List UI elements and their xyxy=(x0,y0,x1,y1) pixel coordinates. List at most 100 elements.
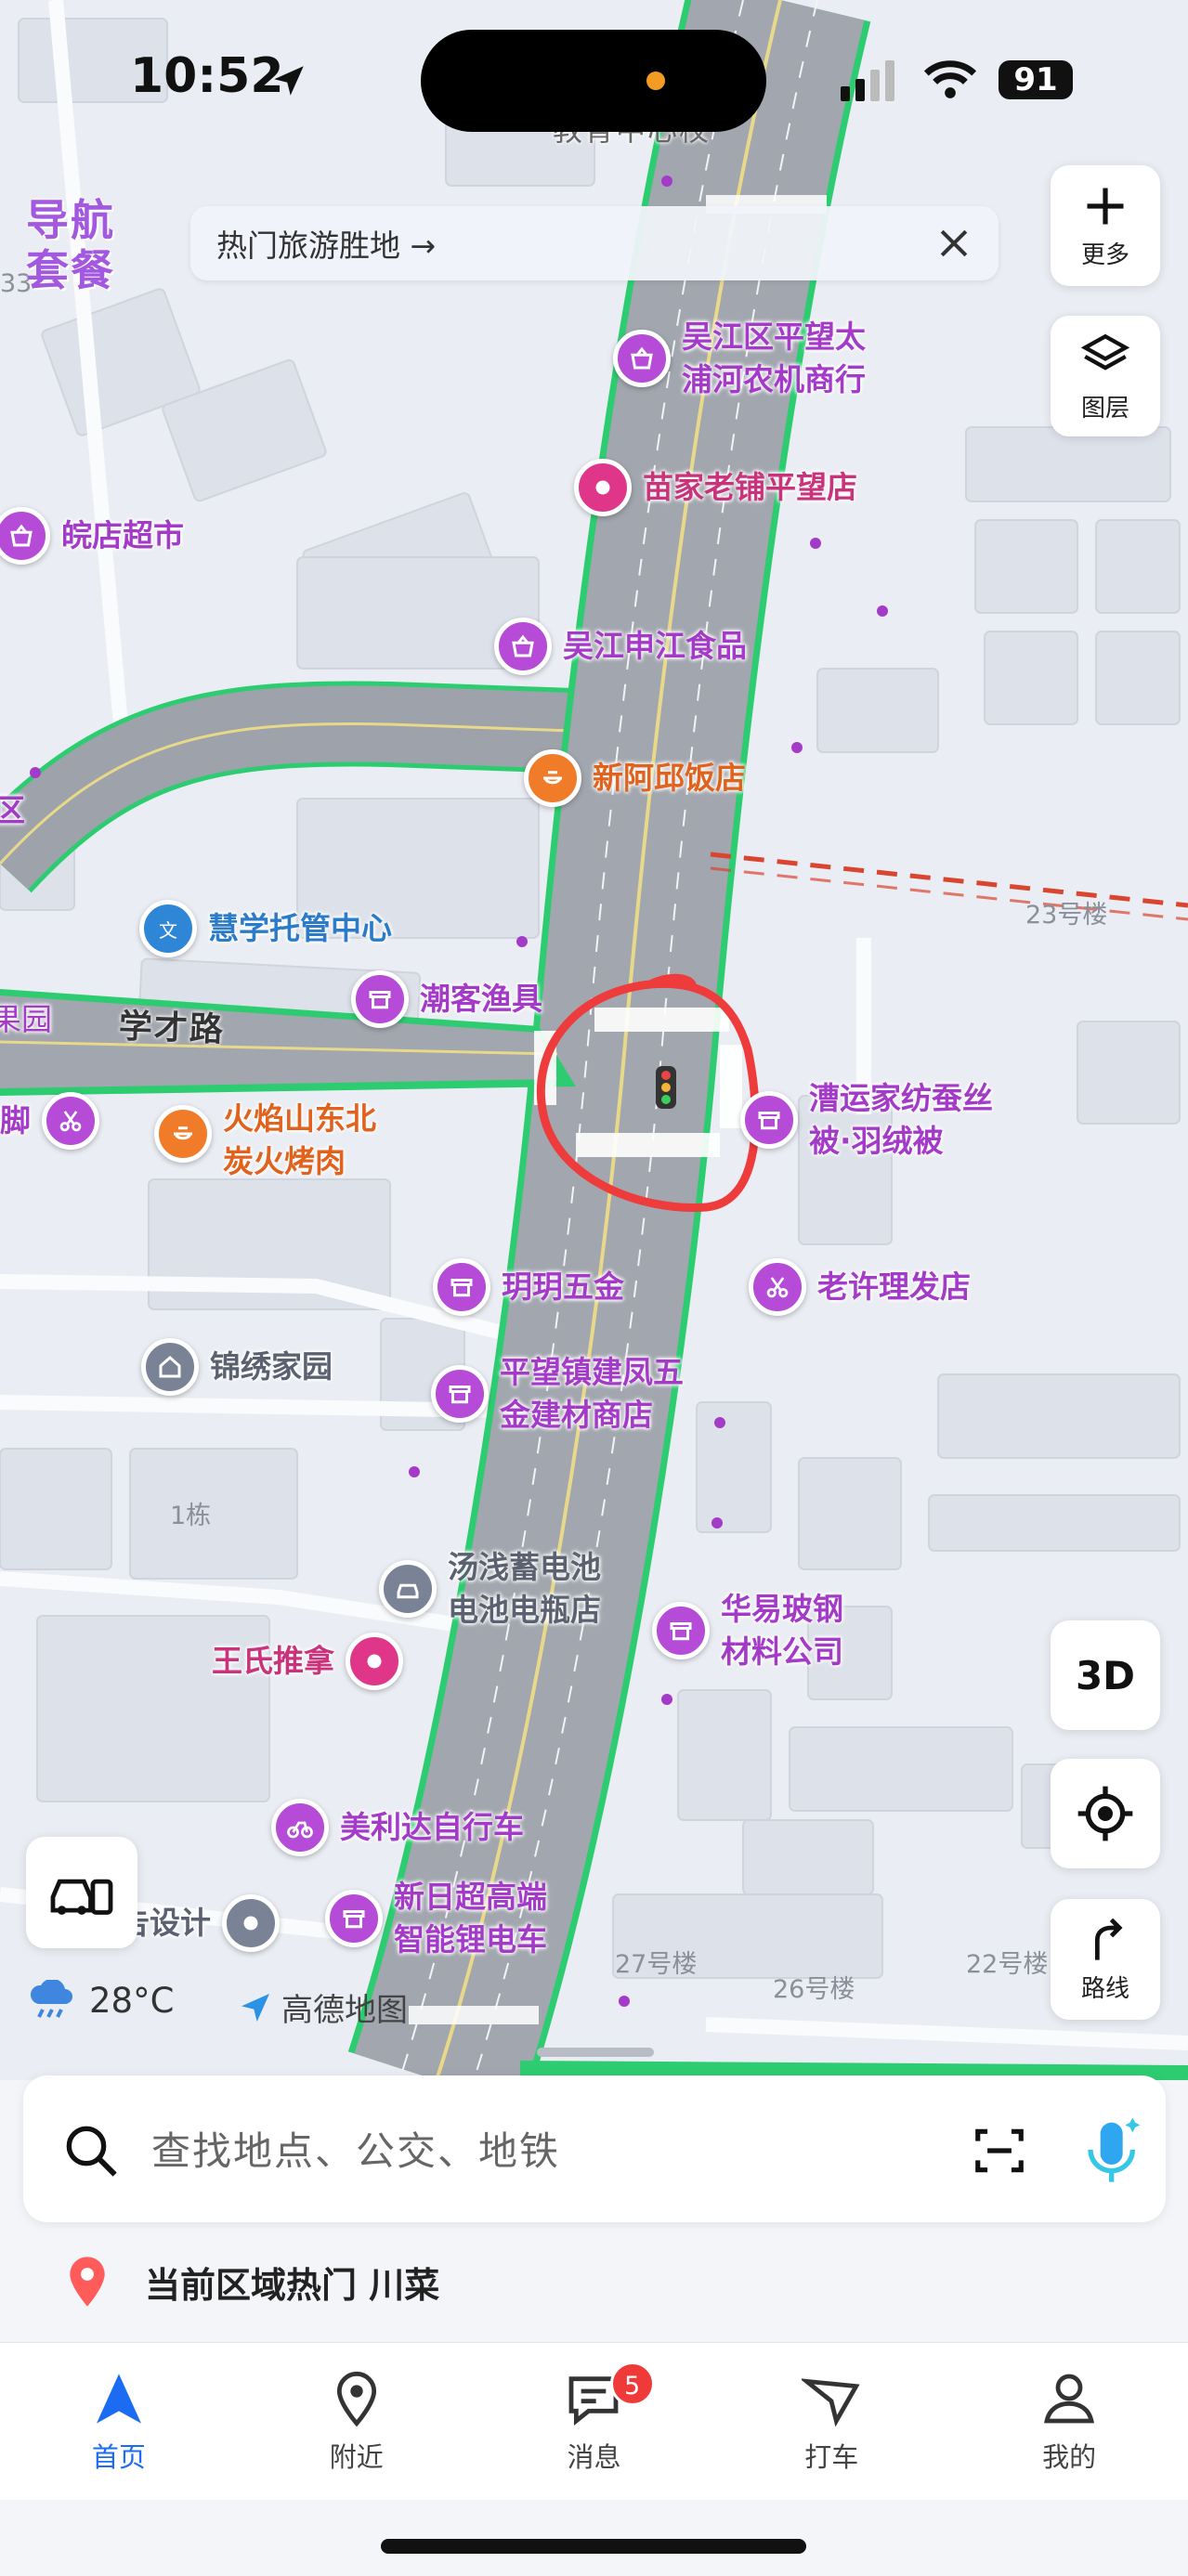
tab-home[interactable]: 首页 xyxy=(0,2343,238,2500)
close-icon[interactable] xyxy=(933,223,974,264)
education-icon: 文 xyxy=(139,900,197,957)
car-mode-button[interactable] xyxy=(26,1837,137,1948)
poi-qu[interactable]: 区 xyxy=(0,789,25,832)
taxi-icon xyxy=(802,2378,860,2427)
gaode-brand: 高德地图 xyxy=(237,1984,408,2030)
navigation-arrow-icon xyxy=(96,2374,141,2424)
battery-indicator: 91 xyxy=(999,60,1073,99)
restaurant-icon xyxy=(524,749,581,807)
basket-icon xyxy=(0,507,50,565)
building-label-22: 22号楼 xyxy=(966,1950,1049,1979)
tab-profile-label: 我的 xyxy=(1042,2441,1097,2473)
voice-assistant-icon[interactable] xyxy=(1082,2113,1143,2187)
weather-temp: 28°C xyxy=(89,1980,175,2021)
bicycle-icon xyxy=(271,1799,329,1856)
tab-profile[interactable]: 我的 xyxy=(950,2343,1188,2500)
dot-icon xyxy=(346,1633,403,1690)
3d-toggle-button[interactable]: 3D xyxy=(1051,1620,1160,1730)
building-label-23: 23号楼 xyxy=(1025,901,1108,930)
restaurant-icon xyxy=(154,1105,212,1163)
scan-icon[interactable] xyxy=(971,2122,1028,2179)
basket-icon xyxy=(494,618,552,675)
tab-taxi[interactable]: 打车 xyxy=(712,2343,950,2500)
poi-xinri[interactable]: 新日超高端 智能锂电车 xyxy=(325,1876,547,1961)
poi-yueyue[interactable]: 玥玥五金 xyxy=(433,1258,624,1316)
dot-icon xyxy=(222,1894,280,1952)
cellular-signal-icon xyxy=(841,60,894,101)
poi-meilida[interactable]: 美利达自行车 xyxy=(271,1799,524,1856)
tab-taxi-label: 打车 xyxy=(804,2441,859,2473)
navigation-package-logo[interactable]: 导航 套餐 xyxy=(26,195,143,306)
scissors-icon xyxy=(749,1258,806,1316)
poi-miaojia[interactable]: 苗家老铺平望店 xyxy=(574,459,857,516)
poi-xinaqiu[interactable]: 新阿邱饭店 xyxy=(524,749,746,807)
home-icon xyxy=(141,1338,199,1396)
plus-icon xyxy=(1087,188,1124,224)
more-button[interactable]: 更多 xyxy=(1051,165,1160,286)
logo-line-2: 套餐 xyxy=(26,245,115,295)
crosshair-icon xyxy=(1077,1786,1133,1841)
car-phone-icon xyxy=(50,1879,113,1915)
poi-guoyuan[interactable]: 果园 xyxy=(0,998,52,1041)
location-arrow-icon xyxy=(274,66,304,96)
tab-nearby[interactable]: 附近 xyxy=(238,2343,476,2500)
shop-icon xyxy=(351,970,409,1028)
hot-text: 当前区域热门 川菜 xyxy=(145,2264,440,2306)
poi-pingwang-hardware[interactable]: 平望镇建凤五 金建材商店 xyxy=(431,1351,684,1437)
building-label-27: 27号楼 xyxy=(615,1950,698,1979)
poi-tangqian[interactable]: 汤浅蓄电池 电池电瓶店 xyxy=(379,1546,601,1632)
poi-gaosheji[interactable]: 告设计 xyxy=(119,1894,280,1952)
locate-button[interactable] xyxy=(1051,1759,1160,1868)
gaode-logo-icon xyxy=(242,1993,269,2022)
tab-nearby-label: 附近 xyxy=(329,2441,384,2473)
shop-icon xyxy=(433,1258,490,1316)
banner-text: 热门旅游胜地 → xyxy=(216,228,437,264)
hot-destination-banner[interactable]: 热门旅游胜地 → xyxy=(190,206,999,280)
dot-icon xyxy=(574,459,632,516)
poi-wangshi[interactable]: 王氏推拿 xyxy=(212,1633,403,1690)
search-bar[interactable]: 查找地点、公交、地铁 xyxy=(23,2075,1166,2222)
weather-widget[interactable]: 28°C xyxy=(28,1980,174,2021)
car-service-icon xyxy=(379,1560,437,1618)
basket-icon xyxy=(613,330,671,387)
message-badge: 5 xyxy=(609,2361,655,2406)
shop-icon xyxy=(652,1602,710,1659)
gaode-brand-text: 高德地图 xyxy=(281,1992,408,2029)
3d-label: 3D xyxy=(1075,1652,1136,1698)
poi-huoyan[interactable]: 火焰山东北 炭火烤肉 xyxy=(154,1100,376,1183)
poi-wandian[interactable]: 皖店超市 xyxy=(0,507,184,565)
status-bar: 10:52 91 xyxy=(0,0,1188,158)
map-canvas[interactable]: 学才路 23号楼 27号楼 26号楼 22号楼 1栋 33 教育中心校 吴江区平… xyxy=(0,0,1188,2080)
tab-messages[interactable]: 消息 5 xyxy=(476,2343,713,2500)
road-label-xuecai: 学才路 xyxy=(118,1008,226,1049)
poi-wujiang-market[interactable]: 吴江区平望太 浦河农机商行 xyxy=(613,316,866,401)
layers-icon xyxy=(1080,333,1130,371)
search-input[interactable]: 查找地点、公交、地铁 xyxy=(151,2120,560,2177)
poi-huixue[interactable]: 文 慧学托管中心 xyxy=(139,900,392,957)
shop-icon xyxy=(740,1091,798,1149)
route-button[interactable]: 路线 xyxy=(1051,1899,1160,2020)
panel-drag-handle[interactable] xyxy=(537,2048,654,2057)
home-indicator xyxy=(381,2539,806,2554)
dynamic-island xyxy=(421,30,766,132)
poi-laoxu[interactable]: 老许理发店 xyxy=(749,1258,971,1316)
poi-huayi[interactable]: 华易玻钢 材料公司 xyxy=(652,1588,843,1673)
route-arrow-icon xyxy=(1094,1918,1123,1960)
hot-recommendation[interactable]: 当前区域热门 川菜 xyxy=(58,2252,439,2311)
poi-jinxiu[interactable]: 锦绣家园 xyxy=(141,1338,333,1396)
poi-jiao[interactable]: 脚 xyxy=(0,1092,99,1150)
layers-label: 图层 xyxy=(1080,394,1129,423)
camera-indicator xyxy=(646,72,665,90)
tab-messages-label: 消息 xyxy=(567,2441,621,2473)
poi-chaoke[interactable]: 潮客渔具 xyxy=(351,970,542,1028)
logo-line-1: 导航 xyxy=(26,195,115,245)
user-icon xyxy=(1044,2374,1095,2424)
scissors-icon xyxy=(42,1092,99,1150)
svg-text:文: 文 xyxy=(159,919,177,942)
shop-icon xyxy=(431,1365,489,1423)
poi-caoyun[interactable]: 漕运家纺蚕丝 被·羽绒被 xyxy=(740,1077,993,1163)
shop-icon xyxy=(325,1890,383,1947)
more-label: 更多 xyxy=(1080,241,1129,269)
layers-button[interactable]: 图层 xyxy=(1051,316,1160,436)
poi-shenjiang[interactable]: 吴江申江食品 xyxy=(494,618,747,675)
